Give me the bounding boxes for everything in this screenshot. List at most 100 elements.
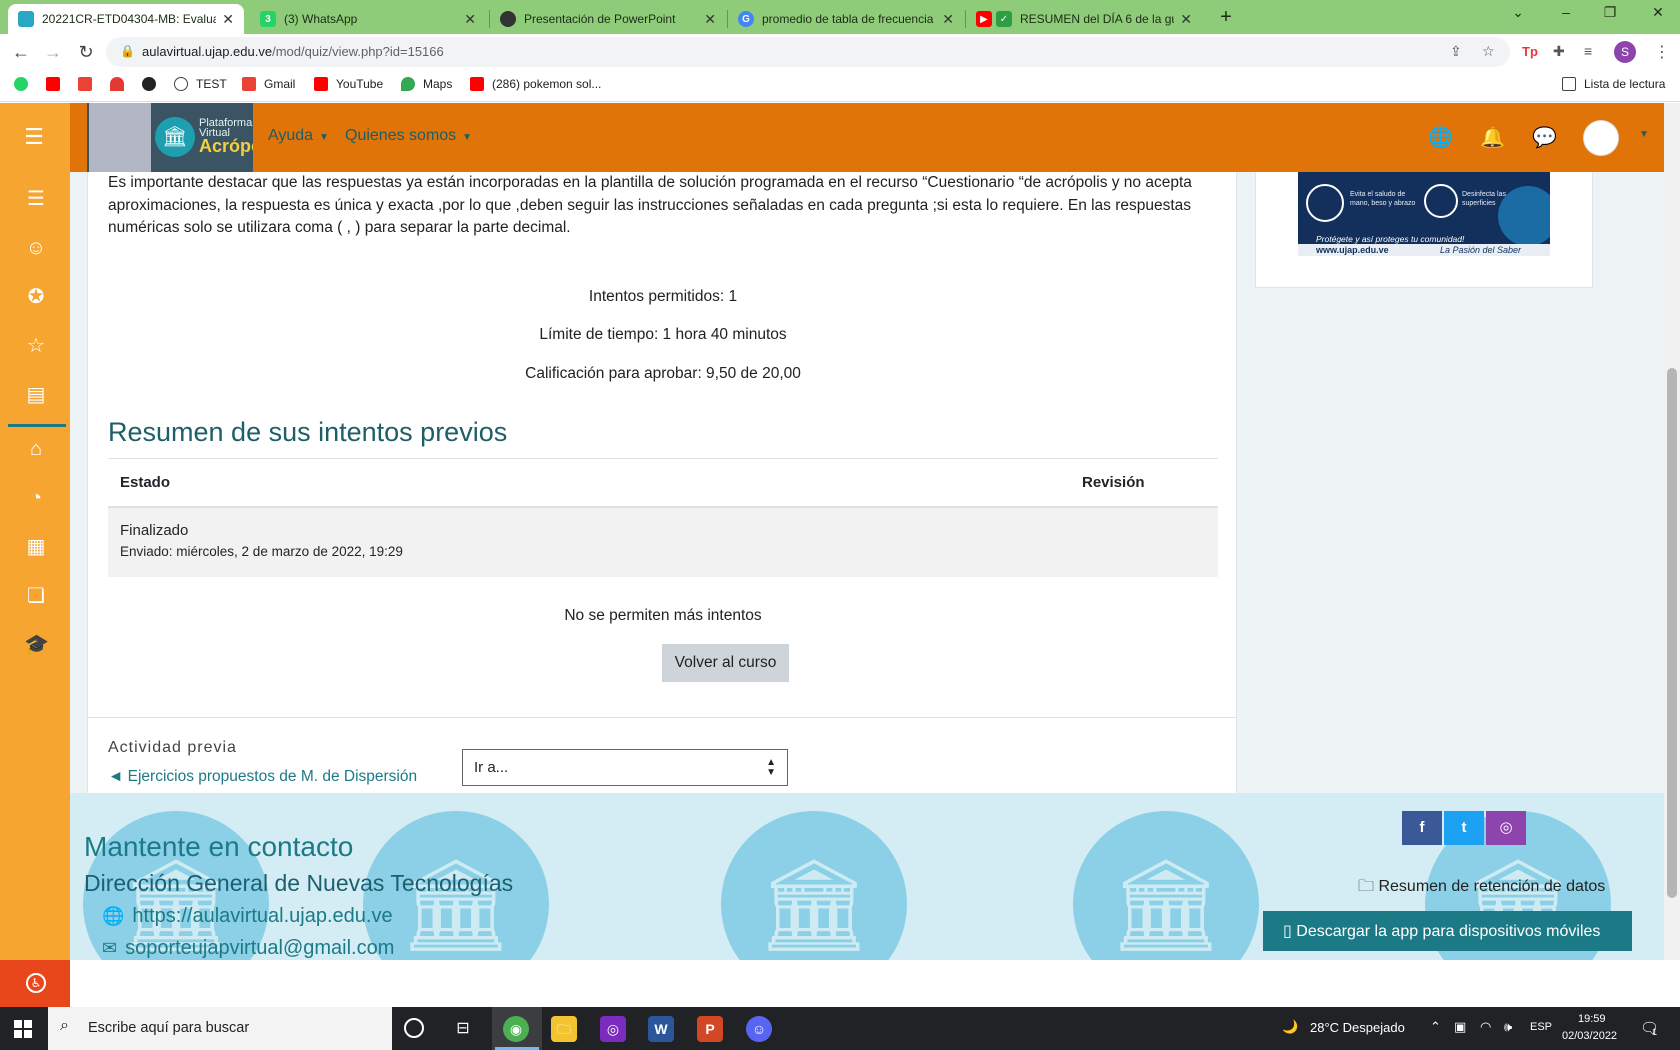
back-arrow-icon[interactable]: ← <box>10 42 32 62</box>
bookmark-star-icon[interactable]: ☆ <box>1482 43 1495 60</box>
badge-icon[interactable]: ✪ <box>24 285 48 309</box>
cortana-icon[interactable] <box>404 1018 424 1038</box>
word-icon[interactable]: W <box>648 1016 674 1042</box>
bookmark-pokemon[interactable]: (286) pokemon sol... <box>470 77 601 91</box>
files-icon[interactable]: ❏ <box>24 584 48 608</box>
lock-icon[interactable]: 🔒 <box>120 44 135 58</box>
reading-list[interactable]: Lista de lectura <box>1562 77 1665 91</box>
user-avatar[interactable] <box>1583 120 1619 156</box>
volume-icon[interactable]: 🕪 <box>1504 1019 1512 1035</box>
book-icon[interactable]: ▤ <box>24 383 48 407</box>
bookmark-gmail-2[interactable]: Gmail <box>242 77 295 91</box>
tray-app-icon[interactable]: ▣ <box>1454 1019 1466 1035</box>
discord-icon[interactable]: ☺ <box>746 1016 772 1042</box>
menu-help[interactable]: Ayuda ▼ <box>268 127 329 145</box>
kebab-menu-icon[interactable]: ⋮ <box>1654 42 1670 62</box>
dashboard-gauge-icon[interactable]: ◔ <box>24 486 48 510</box>
forward-arrow-icon[interactable]: → <box>42 42 64 62</box>
tab-youtube[interactable]: ▶ ✓ RESUMEN del DÍA 6 de la guía ✕ <box>966 4 1202 34</box>
star-icon[interactable]: ☆ <box>24 334 48 358</box>
table-row: Finalizado Enviado: miércoles, 2 de marz… <box>108 506 1218 577</box>
bookmark-web[interactable] <box>142 77 164 91</box>
close-tab-icon[interactable]: ✕ <box>1180 11 1192 28</box>
profile-avatar[interactable]: S <box>1614 41 1636 63</box>
tab-google-search[interactable]: G promedio de tabla de frecuencia ✕ <box>728 4 964 34</box>
clock-date[interactable]: 02/03/2022 <box>1562 1030 1617 1042</box>
language-indicator[interactable]: ESP <box>1530 1021 1552 1033</box>
extensions-puzzle-icon[interactable]: ✚ <box>1553 43 1565 60</box>
reload-icon[interactable]: ↻ <box>75 42 97 62</box>
tab-title: promedio de tabla de frecuencia <box>762 12 934 26</box>
hamburger-menu-icon[interactable]: ☰ <box>22 125 46 149</box>
language-globe-icon[interactable]: 🌐 <box>1428 125 1453 150</box>
back-to-course-button[interactable]: Volver al curso <box>662 644 789 682</box>
site-logo[interactable]: 🏛 Plataforma Virtual Acrópolis <box>87 103 253 172</box>
tab-whatsapp[interactable]: 3 (3) WhatsApp ✕ <box>250 4 486 34</box>
browser-toolbar: ← → ↻ 🔒 aulavirtual.ujap.edu.ve/mod/quiz… <box>0 34 1680 70</box>
url-text[interactable]: aulavirtual.ujap.edu.ve/mod/quiz/view.ph… <box>142 44 444 59</box>
messages-chat-icon[interactable]: 💬 <box>1532 125 1557 150</box>
extension-tp-icon[interactable]: Tp <box>1522 44 1538 59</box>
accessibility-button[interactable]: ♿ <box>0 960 70 1007</box>
weather-moon-icon[interactable]: 🌙 <box>1282 1019 1298 1035</box>
tab-powerpoint[interactable]: Presentación de PowerPoint ✕ <box>490 4 726 34</box>
facebook-icon[interactable]: f <box>1402 811 1442 845</box>
google-favicon-icon: G <box>738 11 754 27</box>
task-view-icon[interactable]: ⊟ <box>450 1016 476 1042</box>
close-tab-icon[interactable]: ✕ <box>942 11 954 28</box>
chrome-icon[interactable]: ◉ <box>503 1016 529 1042</box>
close-window-icon[interactable]: ✕ <box>1648 4 1668 21</box>
institution-icon: 🏛 <box>155 117 195 157</box>
bookmark-youtube[interactable] <box>46 77 68 91</box>
bookmark-whatsapp[interactable] <box>14 77 36 91</box>
calendar-icon[interactable]: ▦ <box>24 535 48 559</box>
clock-time[interactable]: 19:59 <box>1578 1013 1606 1025</box>
tab-quiz[interactable]: 20221CR-ETD04304-MB: Evaluación ✕ <box>8 4 244 34</box>
media-control-icon[interactable]: ≡ <box>1584 43 1592 59</box>
mobile-app-button[interactable]: ▯ Descargar la app para dispositivos móv… <box>1263 911 1632 951</box>
close-tab-icon[interactable]: ✕ <box>464 11 476 28</box>
grade-to-pass: Calificación para aprobar: 9,50 de 20,00 <box>525 365 801 382</box>
footer-site-link[interactable]: 🌐 https://aulavirtual.ujap.edu.ve <box>102 905 393 928</box>
share-icon[interactable]: ⇪ <box>1450 43 1462 60</box>
graduation-cap-icon[interactable]: 🎓 <box>24 633 49 657</box>
footer-email-link[interactable]: ✉ soporteujapvirtual@gmail.com <box>102 937 394 960</box>
twitter-icon[interactable]: t <box>1444 811 1484 845</box>
quiz-intro: Es importante destacar que las respuesta… <box>108 174 1192 236</box>
jump-to-select[interactable]: Ir a... ▲ ▼ <box>462 749 788 786</box>
bookmark-maps[interactable]: Maps <box>401 77 452 91</box>
weather-text[interactable]: 28°C Despejado <box>1310 1020 1405 1035</box>
data-retention-link[interactable]: 🗀 Resumen de retención de datos <box>1358 875 1605 902</box>
bookmark-youtube-2[interactable]: YouTube <box>314 77 383 91</box>
bookmark-test[interactable]: TEST <box>174 77 227 91</box>
participants-icon[interactable]: ☺ <box>24 236 48 260</box>
instagram-icon[interactable]: ◎ <box>1486 811 1526 845</box>
menu-about[interactable]: Quienes somos ▼ <box>345 127 472 145</box>
bookmark-speedtest[interactable] <box>110 77 132 91</box>
page-scrollbar[interactable] <box>1664 103 1680 960</box>
new-tab-button[interactable]: + <box>1216 6 1236 29</box>
notifications-bell-icon[interactable]: 🔔 <box>1480 125 1505 150</box>
podcast-app-icon[interactable]: ◎ <box>600 1016 626 1042</box>
tab-search-icon[interactable]: ⌄ <box>1508 4 1528 21</box>
globe-favicon-icon <box>500 11 516 27</box>
tray-chevron-up-icon[interactable]: ⌃ <box>1430 1019 1441 1035</box>
search-icon: ⌕ <box>60 1017 69 1034</box>
wifi-icon[interactable]: ◠ <box>1480 1019 1491 1035</box>
chevron-down-icon[interactable]: ▼ <box>1639 129 1649 140</box>
attempt-submitted: Enviado: miércoles, 2 de marzo de 2022, … <box>120 543 403 559</box>
scrollbar-thumb[interactable] <box>1667 368 1677 898</box>
taskbar-search[interactable]: ⌕ Escribe aquí para buscar <box>48 1007 392 1050</box>
address-bar[interactable]: 🔒 aulavirtual.ujap.edu.ve/mod/quiz/view.… <box>106 37 1510 67</box>
home-icon[interactable]: ⌂ <box>24 437 48 461</box>
bookmark-gmail[interactable] <box>78 77 100 91</box>
windows-start-icon[interactable] <box>14 1020 32 1038</box>
prev-activity-link[interactable]: ◄ Ejercicios propuestos de M. de Dispers… <box>108 768 417 786</box>
file-explorer-icon[interactable]: 🗀 <box>551 1016 577 1042</box>
close-tab-icon[interactable]: ✕ <box>704 11 716 28</box>
close-tab-icon[interactable]: ✕ <box>222 11 234 28</box>
list-icon[interactable]: ☰ <box>24 187 48 211</box>
minimize-icon[interactable]: – <box>1556 4 1576 20</box>
restore-icon[interactable]: ❐ <box>1600 4 1620 21</box>
powerpoint-icon[interactable]: P <box>697 1016 723 1042</box>
